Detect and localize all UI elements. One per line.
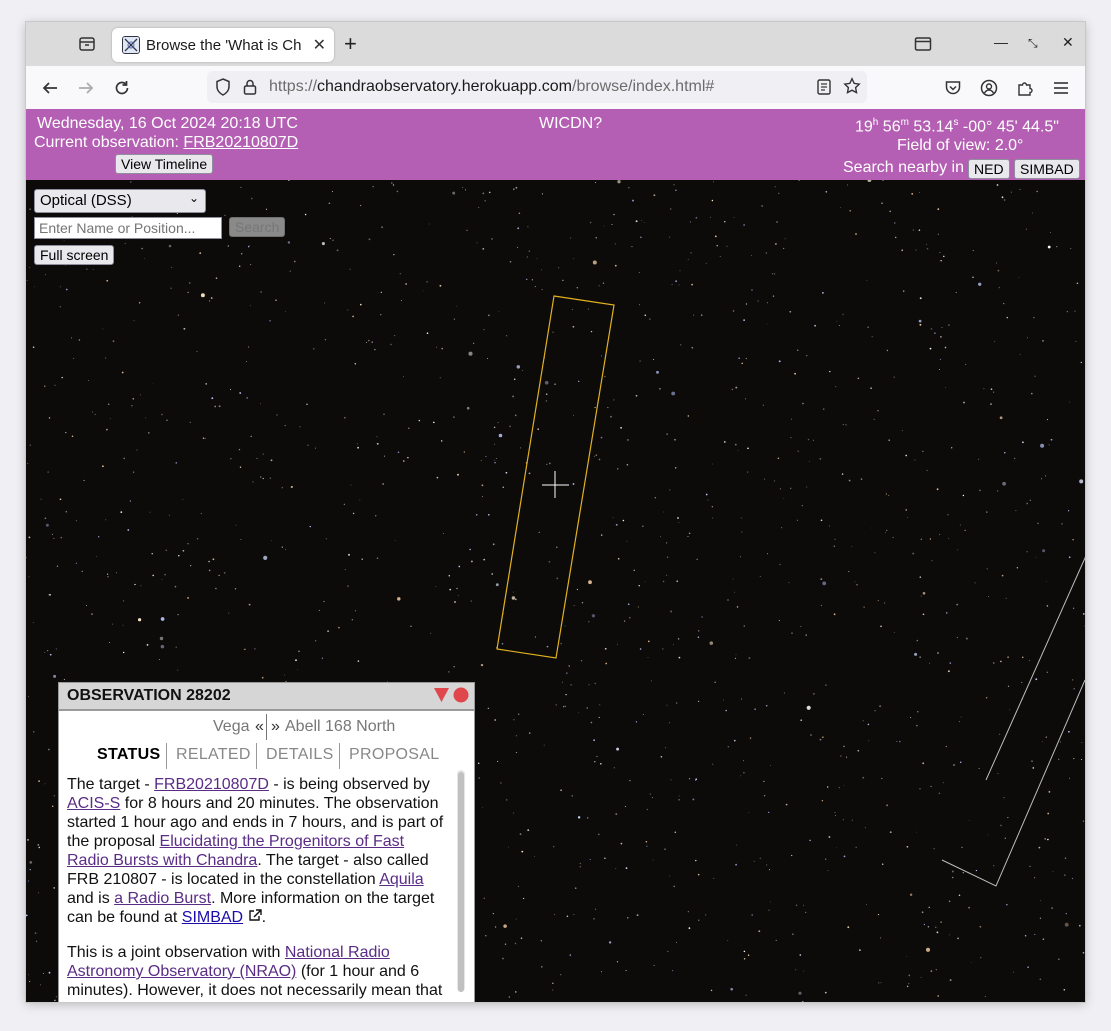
view-timeline-button[interactable]: View Timeline — [115, 154, 214, 174]
tab-divider — [339, 743, 340, 769]
simbad-link[interactable]: SIMBAD — [182, 909, 243, 926]
site-title[interactable]: WICDN? — [539, 115, 602, 133]
tracking-protection-icon[interactable] — [215, 78, 231, 101]
back-icon[interactable] — [38, 76, 62, 100]
url-text: https://chandraobservatory.herokuapp.com… — [269, 78, 715, 95]
address-bar[interactable]: https://chandraobservatory.herokuapp.com… — [207, 71, 867, 103]
tab-proposal[interactable]: PROPOSAL — [349, 746, 439, 764]
new-tab-icon[interactable]: + — [344, 33, 357, 55]
tab-overview-icon[interactable] — [74, 31, 100, 57]
search-button[interactable]: Search — [229, 217, 286, 237]
site-favicon-icon — [122, 36, 140, 54]
nav-divider — [266, 714, 267, 740]
tab-strip: Browse the 'What is Ch ✕ + — ⤡ ✕ — [26, 22, 1085, 66]
ned-button[interactable]: NED — [968, 159, 1010, 179]
close-panel-icon[interactable] — [453, 687, 469, 708]
navigation-toolbar: https://chandraobservatory.herokuapp.com… — [26, 66, 1085, 110]
survey-select[interactable]: Optical (DSS) ⌄ — [34, 189, 206, 213]
list-all-tabs-icon[interactable] — [910, 31, 936, 57]
current-observation-link[interactable]: FRB20210807D — [183, 134, 298, 151]
reload-icon[interactable] — [110, 76, 134, 100]
status-paragraph: The target - FRB20210807D - is being obs… — [67, 776, 444, 926]
window-close-icon[interactable]: ✕ — [1062, 34, 1074, 51]
scrollbar-thumb[interactable] — [458, 772, 464, 992]
previous-arrow[interactable]: « — [255, 718, 264, 736]
panel-tabs: STATUS RELATED DETAILS PROPOSAL — [59, 743, 474, 769]
search-nearby-label: Search nearby in — [843, 159, 964, 176]
page-content: Wednesday, 16 Oct 2024 20:18 UTC Current… — [26, 109, 1085, 1002]
account-icon[interactable] — [977, 76, 1001, 100]
tab-active[interactable]: Browse the 'What is Ch ✕ — [112, 28, 334, 62]
panel-scrollbar[interactable] — [457, 770, 465, 992]
tab-related[interactable]: RELATED — [176, 746, 251, 764]
observation-header: Wednesday, 16 Oct 2024 20:18 UTC Current… — [26, 109, 1085, 180]
pocket-icon[interactable] — [941, 76, 965, 100]
chevron-down-icon: ⌄ — [188, 191, 199, 205]
next-observation-link[interactable]: Abell 168 North — [285, 718, 395, 736]
object-type-link[interactable]: a Radio Burst — [114, 890, 211, 907]
joint-observation-paragraph: This is a joint observation with Nationa… — [67, 944, 443, 1002]
reader-view-icon[interactable] — [816, 78, 832, 101]
panel-title: OBSERVATION 28202 — [67, 687, 231, 704]
constellation-link[interactable]: Aquila — [379, 871, 423, 888]
survey-select-value: Optical (DSS) — [40, 192, 132, 209]
extensions-icon[interactable] — [1013, 76, 1037, 100]
forward-icon[interactable] — [74, 76, 98, 100]
tab-title: Browse the 'What is Ch — [146, 36, 302, 54]
next-arrow[interactable]: » — [271, 718, 280, 736]
simbad-button[interactable]: SIMBAD — [1014, 159, 1080, 179]
target-link[interactable]: FRB20210807D — [154, 776, 269, 793]
current-observation: Current observation: FRB20210807D — [34, 134, 299, 151]
lock-icon[interactable] — [243, 78, 257, 101]
bookmark-star-icon[interactable] — [843, 77, 861, 100]
field-of-view-text: Field of view: 2.0° — [897, 137, 1024, 154]
collapse-panel-icon[interactable] — [434, 688, 449, 707]
observation-panel: OBSERVATION 28202 Vega « » Abell 168 Nor… — [58, 682, 475, 1002]
tab-status[interactable]: STATUS — [97, 746, 160, 764]
tab-details[interactable]: DETAILS — [266, 746, 334, 764]
minimize-icon[interactable]: — — [994, 34, 1008, 50]
full-screen-button[interactable]: Full screen — [34, 245, 115, 265]
search-input[interactable] — [34, 217, 222, 239]
status-description: The target - FRB20210807D - is being obs… — [67, 775, 449, 1002]
tab-divider — [256, 743, 257, 769]
browser-window: Browse the 'What is Ch ✕ + — ⤡ ✕ https:/… — [26, 22, 1085, 1002]
instrument-link[interactable]: ACIS-S — [67, 795, 120, 812]
panel-header: OBSERVATION 28202 — [59, 683, 474, 711]
tab-close-icon[interactable]: ✕ — [313, 35, 326, 55]
external-link-icon — [248, 909, 262, 926]
tab-divider — [166, 743, 167, 769]
menu-icon[interactable] — [1049, 76, 1073, 100]
sky-position: 19h 56m 53.14s -00° 45' 44.5" — [855, 117, 1059, 136]
current-datetime: Wednesday, 16 Oct 2024 20:18 UTC — [37, 115, 298, 132]
restore-icon[interactable]: ⤡ — [1028, 36, 1038, 51]
previous-observation-link[interactable]: Vega — [213, 718, 249, 736]
